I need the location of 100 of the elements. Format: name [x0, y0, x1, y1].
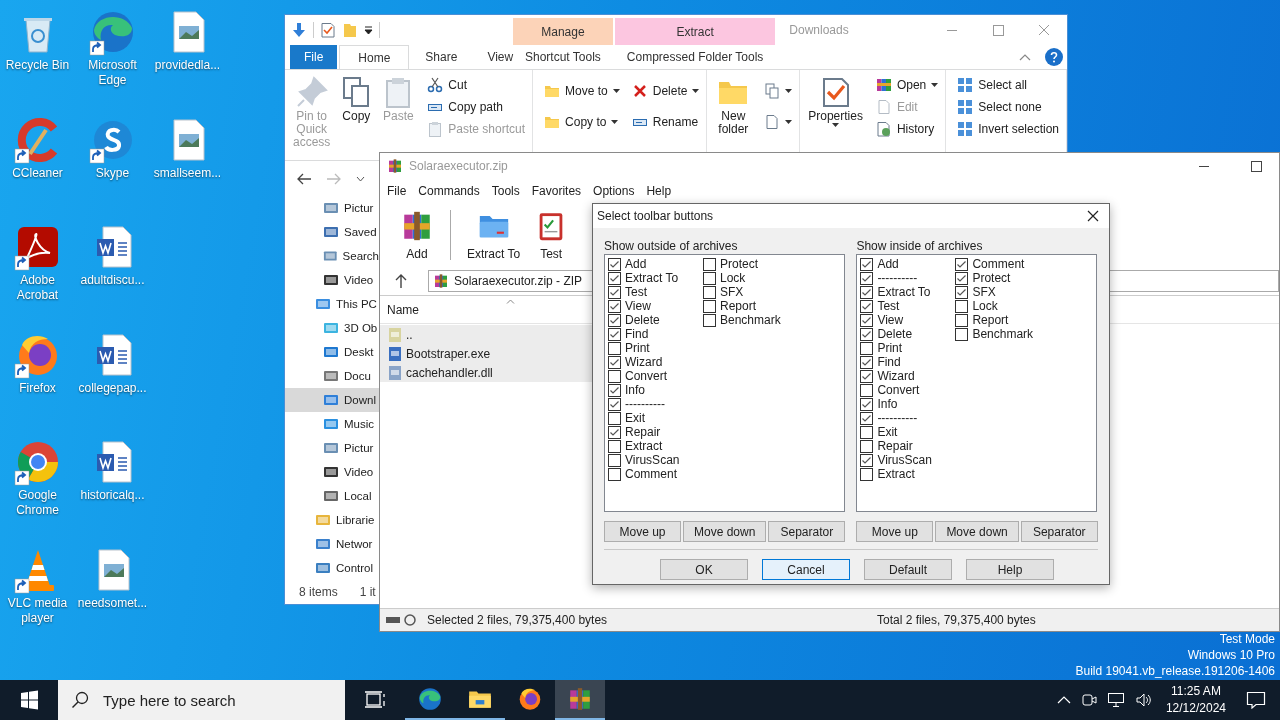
- menu-item[interactable]: File: [381, 180, 413, 202]
- ribbon-button[interactable]: New folder: [711, 74, 756, 138]
- clock-time[interactable]: 11:25 AM: [1171, 683, 1221, 700]
- navigation-item[interactable]: Control: [285, 556, 379, 580]
- status-text: 1 it: [359, 585, 376, 599]
- checkbox-label: View: [877, 313, 904, 327]
- navigation-item[interactable]: Search: [285, 244, 379, 268]
- ribbon-button[interactable]: Open: [872, 74, 942, 95]
- dialog-title: Select toolbar buttons: [597, 209, 714, 223]
- checkbox-label: Report: [720, 299, 757, 313]
- navigation-item[interactable]: Pictur: [285, 436, 379, 460]
- system-info-text: Windows 10 Pro: [1187, 647, 1275, 663]
- ribbon-tab[interactable]: Compressed Folder Tools: [614, 45, 776, 69]
- toolbar-button[interactable]: Test: [532, 209, 571, 261]
- checkbox-label: VirusScan: [625, 453, 680, 467]
- navigation-item[interactable]: 3D Ob: [285, 316, 379, 340]
- navigation-item[interactable]: Networ: [285, 532, 379, 556]
- checkbox-label: Find: [877, 355, 901, 369]
- checkbox-label: Info: [625, 383, 645, 397]
- clock-date[interactable]: 12/12/2024: [1165, 700, 1226, 717]
- checkbox-label: Add: [877, 257, 899, 271]
- navigation-item[interactable]: Local: [285, 484, 379, 508]
- ribbon-tab[interactable]: File: [290, 45, 338, 69]
- menu-item[interactable]: Commands: [412, 180, 486, 202]
- menu-item[interactable]: Help: [640, 180, 678, 202]
- window-title: Solaraexecutor.zip: [409, 159, 508, 173]
- ribbon-tab[interactable]: Shortcut Tools: [513, 45, 613, 69]
- toolbar-button[interactable]: Add: [398, 209, 436, 261]
- system-info-text: Build 19041.vb_release.191206-1406: [1075, 663, 1275, 679]
- checkbox-label: Wizard: [877, 369, 915, 383]
- status-text: 8 items: [299, 585, 338, 599]
- checkbox-label: Convert: [877, 383, 920, 397]
- checkbox-label: ----------: [877, 411, 918, 425]
- toolbar-button[interactable]: Extract To: [465, 209, 523, 261]
- dialog-button[interactable]: Cancel: [762, 559, 850, 580]
- checkbox-label: Extract To: [625, 271, 679, 285]
- file-row[interactable]: Bootstraper.exe: [380, 344, 592, 363]
- navigation-item[interactable]: Docu: [285, 364, 379, 388]
- column-header[interactable]: Name: [387, 302, 499, 317]
- checkbox-label: Add: [625, 257, 647, 271]
- checkbox-label: SFX: [972, 285, 996, 299]
- file-row[interactable]: ..: [380, 325, 592, 344]
- checkbox-label: ----------: [877, 271, 918, 285]
- file-row[interactable]: cachehandler.dll: [380, 363, 592, 382]
- dialog-button[interactable]: Move up: [856, 521, 934, 542]
- checkbox-label: Delete: [625, 313, 660, 327]
- dialog-button[interactable]: Separator: [1020, 521, 1098, 542]
- ribbon-button[interactable]: Copy: [336, 74, 377, 125]
- dialog-button[interactable]: Default: [864, 559, 952, 580]
- menu-item[interactable]: Tools: [485, 180, 526, 202]
- ribbon-button[interactable]: History: [872, 118, 942, 139]
- checkbox-label: Convert: [625, 369, 668, 383]
- navigation-item[interactable]: Video: [285, 460, 379, 484]
- checkbox-label: Exit: [877, 425, 898, 439]
- navigation-item[interactable]: Librarie: [285, 508, 379, 532]
- checkbox-label: Find: [625, 327, 649, 341]
- checkbox-label: Comment: [972, 257, 1025, 271]
- ribbon-button[interactable]: Copy path: [424, 96, 529, 117]
- ribbon-button[interactable]: Select all: [954, 74, 1062, 95]
- dialog-button[interactable]: Move down: [935, 521, 1019, 542]
- checkbox-label: View: [625, 299, 651, 313]
- checkbox-label: Lock: [720, 271, 746, 285]
- search-field[interactable]: Type here to search: [101, 690, 335, 710]
- checkbox-label: VirusScan: [877, 453, 932, 467]
- dialog-button[interactable]: OK: [660, 559, 748, 580]
- group-label: Show outside of archives: [604, 238, 739, 254]
- ribbon-button[interactable]: Select none: [954, 96, 1062, 117]
- group-label: Show inside of archives: [856, 238, 984, 254]
- navigation-item[interactable]: Deskt: [285, 340, 379, 364]
- navigation-item[interactable]: Saved: [285, 220, 379, 244]
- navigation-item[interactable]: Pictur: [285, 196, 379, 220]
- checkbox-label: Benchmark: [972, 327, 1034, 341]
- checkbox-label: Exit: [625, 411, 645, 425]
- menu-item[interactable]: Options: [587, 180, 641, 202]
- dialog-button[interactable]: Move up: [604, 521, 681, 542]
- ribbon-button[interactable]: Invert selection: [954, 118, 1062, 139]
- system-info-text: Test Mode: [1219, 631, 1275, 647]
- navigation-item[interactable]: Video: [285, 268, 379, 292]
- ribbon-button[interactable]: Copy to: [541, 111, 623, 132]
- dialog-button[interactable]: Move down: [683, 521, 767, 542]
- navigation-item[interactable]: Music: [285, 412, 379, 436]
- dialog-button[interactable]: Help: [966, 559, 1054, 580]
- navigation-item[interactable]: This PC: [285, 292, 379, 316]
- checkbox-label: Protect: [720, 257, 758, 271]
- window-title: Downloads: [788, 23, 849, 37]
- search-bar[interactable]: Type here to search: [58, 680, 345, 720]
- ribbon-button[interactable]: Cut: [424, 74, 529, 95]
- ribbon-button[interactable]: Properties: [804, 74, 867, 129]
- ribbon-button[interactable]: Rename: [628, 111, 703, 132]
- ribbon-button[interactable]: Move to: [541, 80, 623, 101]
- status-text: Selected 2 files, 79,375,400 bytes: [427, 613, 609, 627]
- ribbon-tab[interactable]: Share: [411, 45, 472, 69]
- dialog-button[interactable]: Separator: [768, 521, 846, 542]
- menu-item[interactable]: Favorites: [525, 180, 588, 202]
- navigation-item[interactable]: Downl: [285, 388, 379, 412]
- checkbox-label: Lock: [972, 299, 998, 313]
- checkbox-label: SFX: [720, 285, 744, 299]
- ribbon-tab[interactable]: Home: [339, 45, 410, 69]
- ribbon-button[interactable]: Delete: [628, 80, 703, 101]
- checkbox-label: Delete: [877, 327, 913, 341]
